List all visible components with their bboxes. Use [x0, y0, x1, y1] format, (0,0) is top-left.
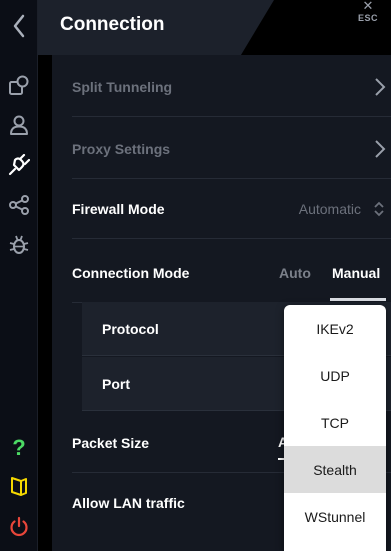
- sidebar-item-debug[interactable]: [6, 232, 32, 258]
- dropdown-option-udp[interactable]: UDP: [284, 352, 386, 399]
- chevron-right-icon: [375, 139, 386, 158]
- protocol-label: Protocol: [102, 320, 159, 337]
- allow-lan-label: Allow LAN traffic: [72, 495, 185, 511]
- connection-mode-label: Connection Mode: [72, 264, 190, 281]
- page-title: Connection: [60, 14, 165, 35]
- sidebar-item-locations[interactable]: [6, 72, 32, 98]
- locations-icon: [9, 75, 29, 95]
- connection-mode-manual-option[interactable]: Manual: [332, 265, 380, 281]
- proxy-settings-label: Proxy Settings: [72, 140, 171, 157]
- esc-button[interactable]: ✕ ESC: [351, 0, 385, 30]
- dropdown-option-ikev2[interactable]: IKEv2: [284, 305, 386, 352]
- firewall-mode-row: Firewall Mode Automatic: [72, 179, 391, 239]
- back-arrow-icon: [13, 14, 25, 38]
- debug-bug-icon: [9, 235, 29, 254]
- help-button[interactable]: ?: [6, 435, 32, 461]
- proxy-settings-row[interactable]: Proxy Settings: [72, 119, 391, 179]
- share-icon: [9, 195, 29, 215]
- up-down-chevron-icon[interactable]: [374, 201, 384, 217]
- news-book-icon: [11, 477, 27, 496]
- esc-label: ESC: [357, 13, 378, 23]
- sidebar-item-account[interactable]: [6, 112, 32, 138]
- sidebar-item-connection[interactable]: [6, 152, 32, 178]
- dropdown-option-stealth[interactable]: Stealth: [284, 446, 386, 493]
- dropdown-option-wstunnel[interactable]: WStunnel: [284, 493, 386, 540]
- sidebar-item-share[interactable]: [6, 192, 32, 218]
- port-label: Port: [102, 375, 130, 392]
- split-tunneling-row[interactable]: Split Tunneling: [72, 57, 391, 117]
- firewall-mode-label: Firewall Mode: [72, 200, 165, 217]
- connection-plug-icon: [8, 154, 30, 176]
- power-button[interactable]: [6, 514, 32, 540]
- help-question-icon: ?: [12, 435, 26, 460]
- chevron-right-icon: [375, 77, 386, 96]
- sidebar-rail: ?: [0, 0, 38, 551]
- firewall-mode-value[interactable]: Automatic: [299, 201, 361, 217]
- account-icon: [10, 115, 28, 135]
- news-button[interactable]: [6, 473, 32, 499]
- dropdown-option-tcp[interactable]: TCP: [284, 399, 386, 446]
- power-icon: [10, 516, 28, 537]
- back-button[interactable]: [0, 0, 38, 52]
- split-tunneling-label: Split Tunneling: [72, 78, 173, 95]
- connection-mode-auto-option[interactable]: Auto: [279, 265, 311, 281]
- protocol-dropdown: IKEv2 UDP TCP Stealth WStunnel: [284, 305, 386, 551]
- selected-indicator: [330, 298, 386, 301]
- packet-size-label: Packet Size: [72, 434, 150, 451]
- close-icon: ✕: [362, 0, 374, 13]
- header-bar: Connection ✕ ESC: [38, 0, 391, 55]
